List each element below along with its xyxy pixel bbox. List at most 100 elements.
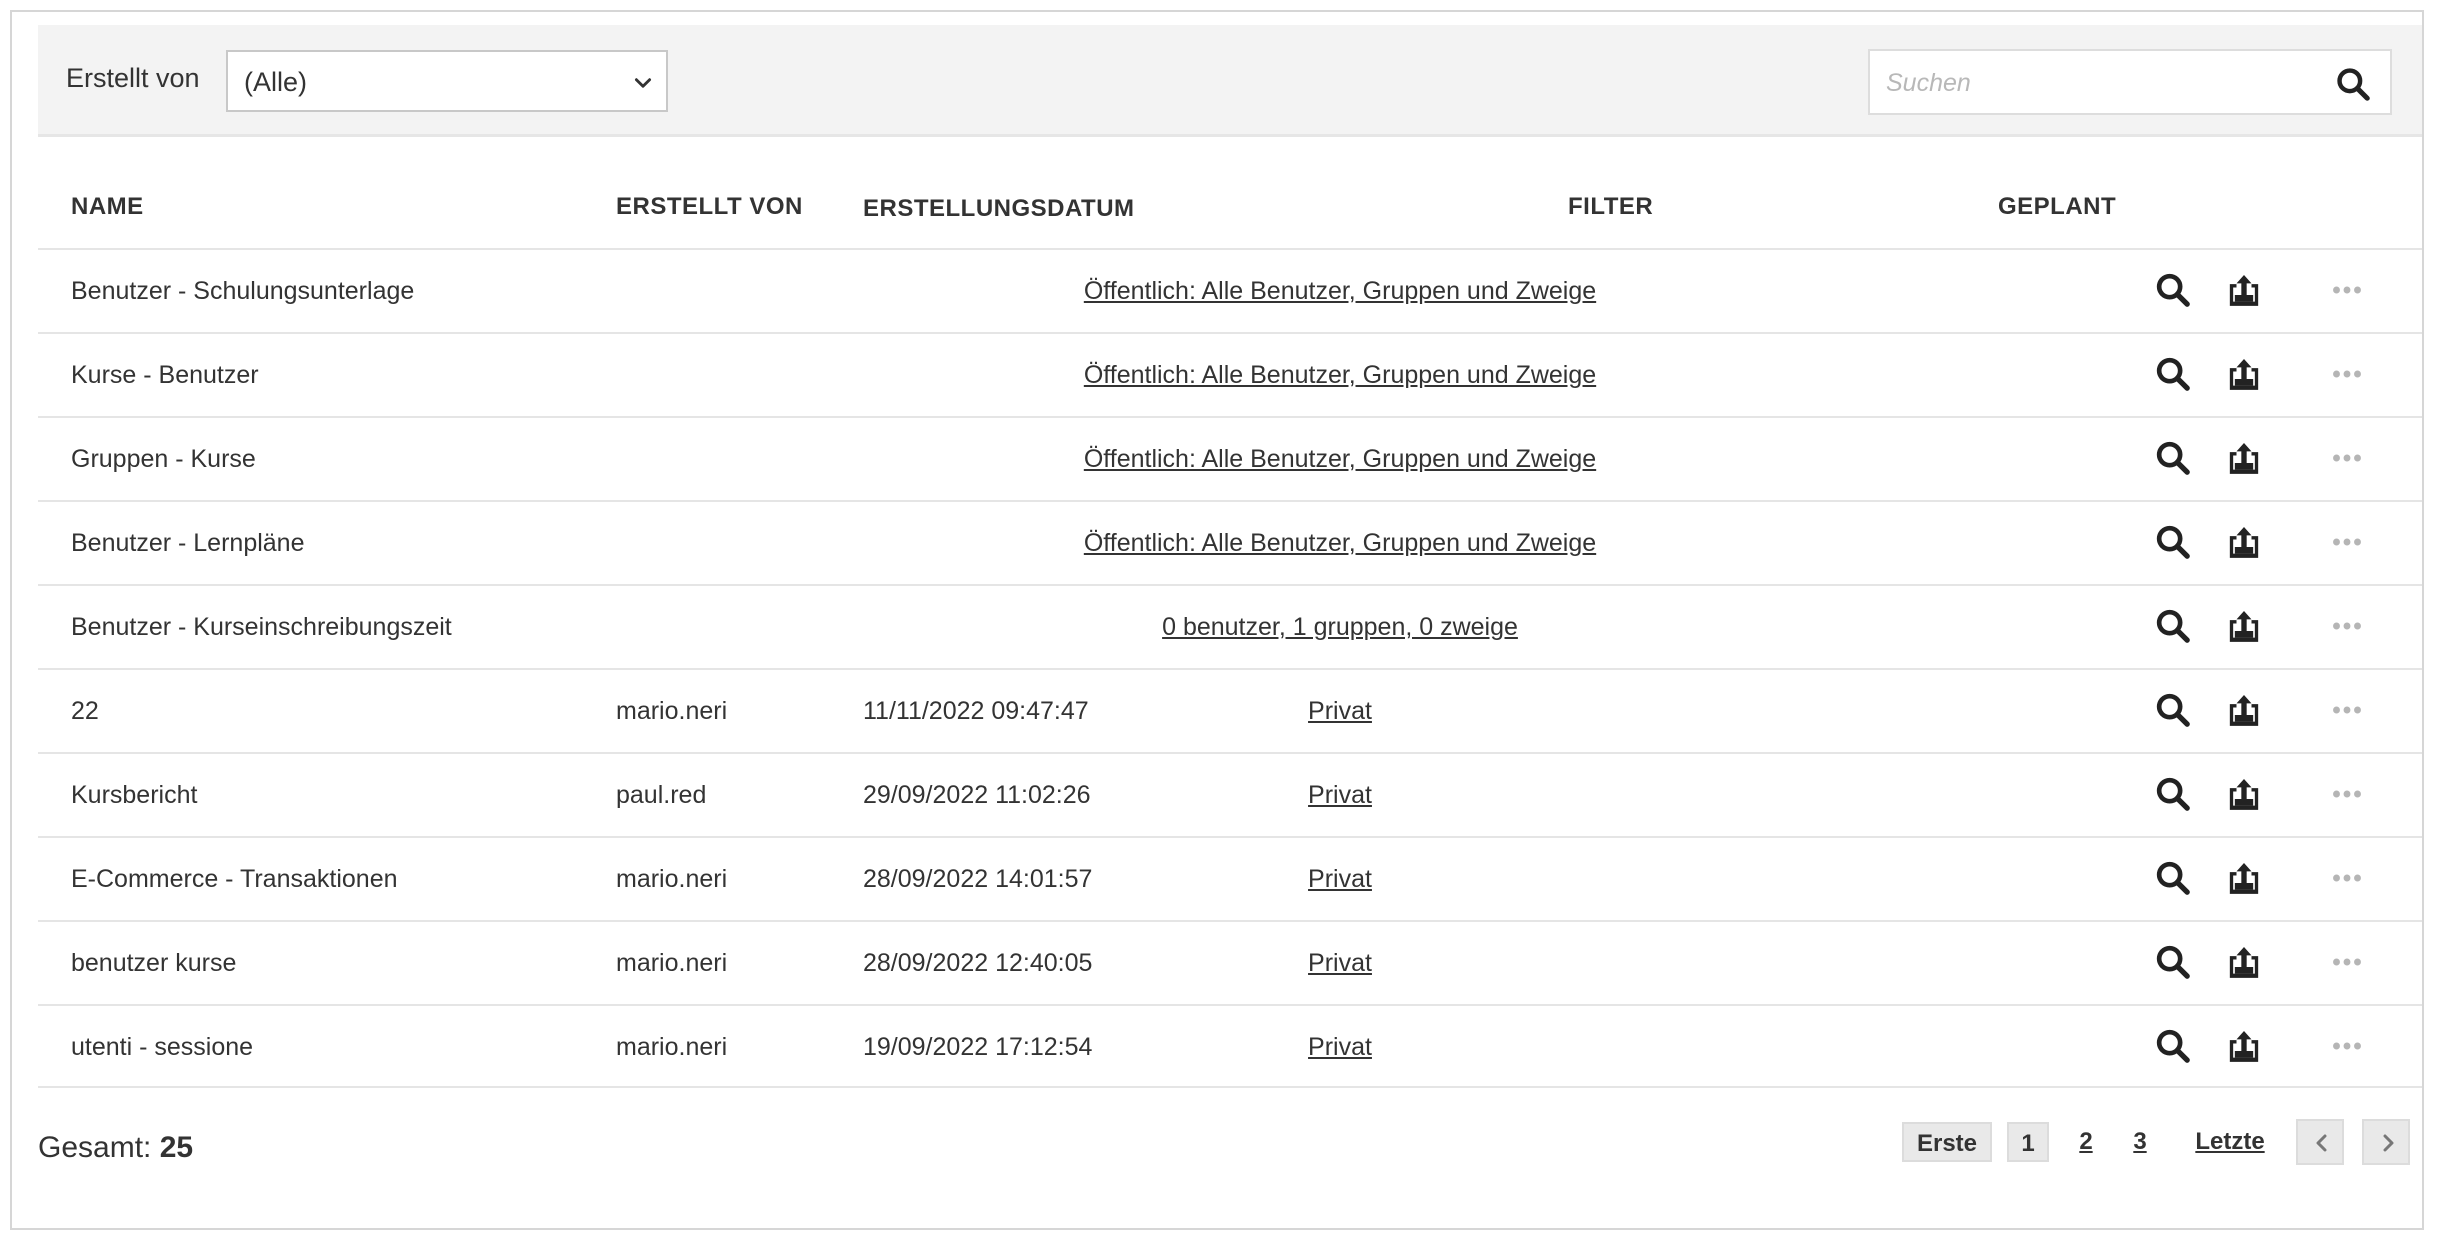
filter-link[interactable]: Privat xyxy=(1308,865,1372,893)
created-by-select[interactable]: (Alle) xyxy=(226,50,668,112)
column-header-creation-date[interactable]: ERSTELLUNGSDATUM xyxy=(863,195,1135,223)
export-tray-icon[interactable] xyxy=(2224,858,2264,898)
report-filter: Privat xyxy=(1041,697,1639,726)
magnifier-icon[interactable] xyxy=(2153,438,2193,478)
pagination-page-2[interactable]: 2 xyxy=(2070,1122,2102,1162)
report-filter: Privat xyxy=(1041,781,1639,810)
ellipsis-icon[interactable] xyxy=(2329,608,2365,644)
table-row: 22 mario.neri 11/11/2022 09:47:47 Privat xyxy=(38,668,2422,752)
magnifier-icon[interactable] xyxy=(2153,606,2193,646)
magnifier-icon[interactable] xyxy=(2153,690,2193,730)
export-tray-icon[interactable] xyxy=(2224,942,2264,982)
magnifier-icon[interactable] xyxy=(2153,522,2193,562)
table-row: Benutzer - Lernpläne Öffentlich: Alle Be… xyxy=(38,500,2422,584)
export-tray-icon[interactable] xyxy=(2224,690,2264,730)
table-row: utenti - sessione mario.neri 19/09/2022 … xyxy=(38,1004,2422,1088)
export-tray-icon[interactable] xyxy=(2224,522,2264,562)
filter-toolbar: Erstellt von (Alle) xyxy=(38,25,2422,137)
export-tray-icon[interactable] xyxy=(2224,606,2264,646)
report-name: benutzer kurse xyxy=(71,949,237,977)
report-filter: 0 benutzer, 1 gruppen, 0 zweige xyxy=(1041,613,1639,642)
column-header-scheduled[interactable]: GEPLANT xyxy=(1998,193,2116,221)
search-icon[interactable] xyxy=(2334,65,2372,103)
report-filter: Privat xyxy=(1041,949,1639,978)
ellipsis-icon[interactable] xyxy=(2329,692,2365,728)
table-row: Benutzer - Schulungsunterlage Öffentlich… xyxy=(38,248,2422,332)
filter-link[interactable]: Privat xyxy=(1308,1033,1372,1061)
ellipsis-icon[interactable] xyxy=(2329,1028,2365,1064)
export-tray-icon[interactable] xyxy=(2224,774,2264,814)
report-filter: Öffentlich: Alle Benutzer, Gruppen und Z… xyxy=(1041,361,1639,390)
ellipsis-icon[interactable] xyxy=(2329,272,2365,308)
magnifier-icon[interactable] xyxy=(2153,354,2193,394)
table-row: E-Commerce - Transaktionen mario.neri 28… xyxy=(38,836,2422,920)
pagination-first-button[interactable]: Erste xyxy=(1902,1122,1992,1162)
report-created-by: paul.red xyxy=(616,781,707,809)
table-row: benutzer kurse mario.neri 28/09/2022 12:… xyxy=(38,920,2422,1004)
report-name: 22 xyxy=(71,697,99,725)
total-label: Gesamt: xyxy=(38,1131,152,1164)
ellipsis-icon[interactable] xyxy=(2329,440,2365,476)
created-by-label: Erstellt von xyxy=(66,63,200,93)
magnifier-icon[interactable] xyxy=(2153,858,2193,898)
report-name: Gruppen - Kurse xyxy=(71,445,256,473)
export-tray-icon[interactable] xyxy=(2224,270,2264,310)
magnifier-icon[interactable] xyxy=(2153,270,2193,310)
report-name: utenti - sessione xyxy=(71,1033,254,1061)
report-name: Kursbericht xyxy=(71,781,198,809)
filter-link[interactable]: Privat xyxy=(1308,697,1372,725)
report-created-by: mario.neri xyxy=(616,865,728,893)
search-box xyxy=(1868,49,2392,115)
table-row: Benutzer - Kurseinschreibungszeit 0 benu… xyxy=(38,584,2422,668)
report-filter: Privat xyxy=(1041,865,1639,894)
chevron-left-icon xyxy=(2316,1134,2327,1152)
filter-link[interactable]: Privat xyxy=(1308,781,1372,809)
total-value: 25 xyxy=(159,1131,194,1164)
report-filter: Privat xyxy=(1041,1033,1639,1062)
table-row: Kursbericht paul.red 29/09/2022 11:02:26… xyxy=(38,752,2422,836)
filter-link[interactable]: Öffentlich: Alle Benutzer, Gruppen und Z… xyxy=(1084,529,1596,557)
magnifier-icon[interactable] xyxy=(2153,774,2193,814)
pagination-page-1[interactable]: 1 xyxy=(2007,1122,2049,1162)
created-by-selected-value: (Alle) xyxy=(244,67,308,97)
report-name: Benutzer - Schulungsunterlage xyxy=(71,277,415,305)
export-tray-icon[interactable] xyxy=(2224,354,2264,394)
column-header-created-by[interactable]: ERSTELLT VON xyxy=(616,193,803,221)
report-created-by: mario.neri xyxy=(616,1033,728,1061)
ellipsis-icon[interactable] xyxy=(2329,776,2365,812)
report-name: Benutzer - Lernpläne xyxy=(71,529,305,557)
report-created-by: mario.neri xyxy=(616,697,728,725)
ellipsis-icon[interactable] xyxy=(2329,860,2365,896)
magnifier-icon[interactable] xyxy=(2153,942,2193,982)
report-filter: Öffentlich: Alle Benutzer, Gruppen und Z… xyxy=(1041,277,1639,306)
chevron-down-icon xyxy=(634,78,652,88)
filter-link[interactable]: Öffentlich: Alle Benutzer, Gruppen und Z… xyxy=(1084,277,1596,305)
filter-link[interactable]: Öffentlich: Alle Benutzer, Gruppen und Z… xyxy=(1084,445,1596,473)
filter-link[interactable]: Öffentlich: Alle Benutzer, Gruppen und Z… xyxy=(1084,361,1596,389)
report-filter: Öffentlich: Alle Benutzer, Gruppen und Z… xyxy=(1041,445,1639,474)
export-tray-icon[interactable] xyxy=(2224,438,2264,478)
table-row: Gruppen - Kurse Öffentlich: Alle Benutze… xyxy=(38,416,2422,500)
ellipsis-icon[interactable] xyxy=(2329,944,2365,980)
column-header-filter[interactable]: FILTER xyxy=(1568,193,1653,221)
report-name: E-Commerce - Transaktionen xyxy=(71,865,398,893)
chevron-right-icon xyxy=(2383,1134,2394,1152)
pagination-last-button[interactable]: Letzte xyxy=(2185,1122,2275,1162)
search-input[interactable] xyxy=(1886,65,2306,101)
total-count: Gesamt: 25 xyxy=(38,1131,193,1165)
pagination-next-button[interactable] xyxy=(2362,1119,2410,1165)
report-name: Kurse - Benutzer xyxy=(71,361,259,389)
pagination-prev-button[interactable] xyxy=(2296,1119,2344,1165)
filter-link[interactable]: 0 benutzer, 1 gruppen, 0 zweige xyxy=(1162,613,1518,641)
pagination-page-3[interactable]: 3 xyxy=(2124,1122,2156,1162)
report-filter: Öffentlich: Alle Benutzer, Gruppen und Z… xyxy=(1041,529,1639,558)
column-header-name[interactable]: NAME xyxy=(71,193,144,221)
export-tray-icon[interactable] xyxy=(2224,1026,2264,1066)
report-name: Benutzer - Kurseinschreibungszeit xyxy=(71,613,452,641)
magnifier-icon[interactable] xyxy=(2153,1026,2193,1066)
ellipsis-icon[interactable] xyxy=(2329,356,2365,392)
table-row: Kurse - Benutzer Öffentlich: Alle Benutz… xyxy=(38,332,2422,416)
report-created-by: mario.neri xyxy=(616,949,728,977)
ellipsis-icon[interactable] xyxy=(2329,524,2365,560)
filter-link[interactable]: Privat xyxy=(1308,949,1372,977)
